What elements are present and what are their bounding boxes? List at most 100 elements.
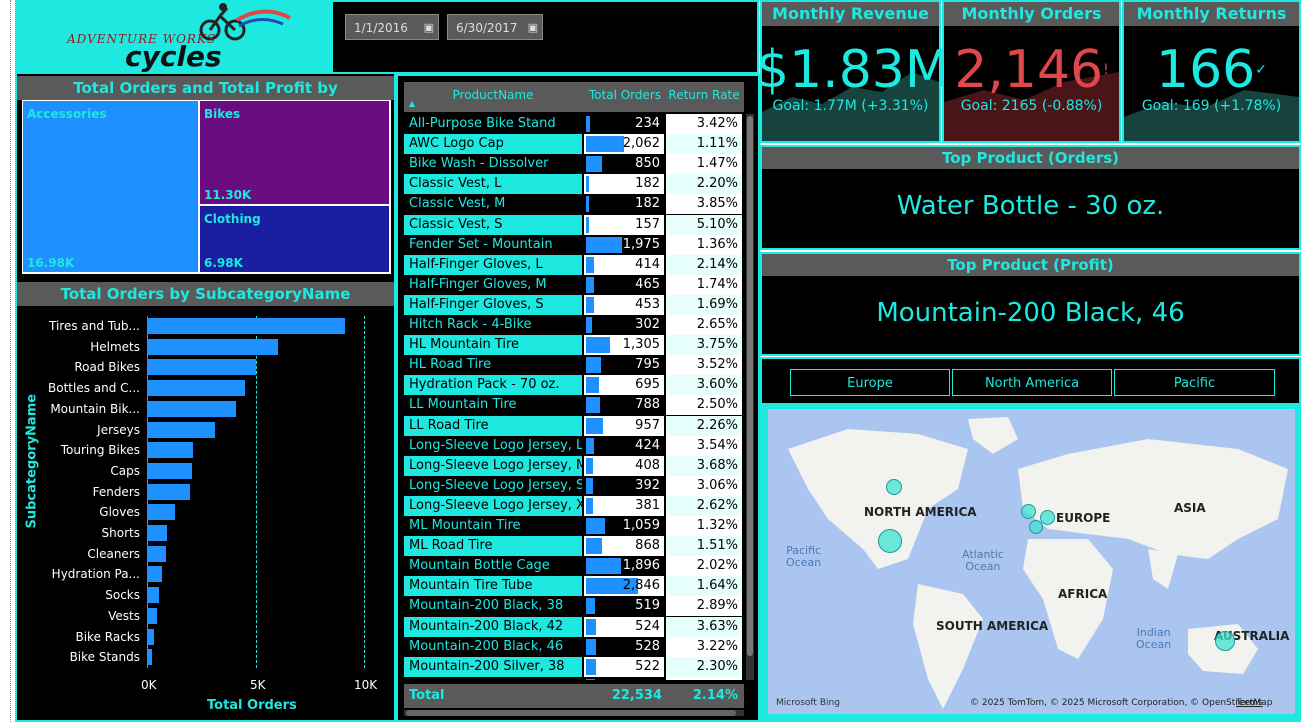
- table-row[interactable]: Fender Set - Mountain 1,975 1.36%: [404, 234, 744, 255]
- map-bubble[interactable]: [878, 529, 902, 553]
- bar[interactable]: [147, 421, 215, 438]
- table-row[interactable]: Half-Finger Gloves, L 414 2.14%: [404, 254, 744, 275]
- orders-value: 302: [635, 317, 660, 332]
- col-header-return-rate[interactable]: Return Rate: [666, 88, 742, 102]
- region-button-europe[interactable]: Europe: [790, 369, 950, 396]
- table-row[interactable]: Hydration Pack - 70 oz. 695 3.60%: [404, 375, 744, 396]
- bar[interactable]: [147, 483, 190, 500]
- table-row[interactable]: Mountain-200 Silver, 38 522 2.30%: [404, 656, 744, 677]
- cell-return-rate: 3.63%: [666, 616, 742, 637]
- calendar-icon[interactable]: ▣: [424, 15, 434, 41]
- bar[interactable]: [147, 504, 176, 521]
- treemap-tile-accessories[interactable]: Accessories 16.98K: [23, 101, 198, 272]
- bar[interactable]: [147, 380, 246, 397]
- treemap-tile-clothing[interactable]: Clothing 6.98K: [200, 206, 389, 272]
- bar[interactable]: [147, 338, 278, 355]
- table-row[interactable]: Classic Vest, M 182 3.85%: [404, 194, 744, 215]
- table-row[interactable]: Long-Sleeve Logo Jersey, XL 381 2.62%: [404, 495, 744, 516]
- start-date-field[interactable]: 1/1/2016 ▣: [345, 14, 439, 40]
- orders-value: 453: [635, 296, 660, 312]
- calendar-icon[interactable]: ▣: [528, 15, 538, 41]
- map-bubble[interactable]: [1021, 504, 1036, 519]
- end-date-value: 6/30/2017: [456, 21, 518, 35]
- map-bubble[interactable]: [886, 479, 902, 495]
- region-button-north-america[interactable]: North America: [952, 369, 1112, 396]
- bar[interactable]: [147, 359, 256, 376]
- map-view[interactable]: NORTH AMERICA EUROPE ASIA AFRICA SOUTH A…: [768, 409, 1295, 714]
- map-bubble[interactable]: [1029, 520, 1043, 534]
- scrollbar-thumb[interactable]: [747, 116, 753, 656]
- horizontal-scrollbar[interactable]: [404, 710, 744, 716]
- cell-return-rate: 3.54%: [666, 435, 742, 456]
- bar[interactable]: [147, 607, 158, 624]
- scrollbar-thumb[interactable]: [406, 710, 736, 716]
- cell-total-orders: 1,896: [584, 556, 664, 577]
- table-row[interactable]: Mountain-200 Silver, 42 483 2.48%: [404, 676, 744, 680]
- bar[interactable]: [147, 649, 152, 666]
- table-row[interactable]: Mountain-200 Black, 38 519 2.89%: [404, 596, 744, 617]
- vertical-scrollbar[interactable]: [746, 114, 754, 680]
- table-row[interactable]: Half-Finger Gloves, S 453 1.69%: [404, 294, 744, 315]
- map-terms-link[interactable]: Terms: [1236, 698, 1263, 708]
- bar[interactable]: [147, 587, 159, 604]
- table-row[interactable]: ML Road Tire 868 1.51%: [404, 536, 744, 557]
- data-bar: [586, 477, 594, 494]
- cell-total-orders: 465: [584, 274, 664, 295]
- bar[interactable]: [147, 525, 167, 541]
- table-row[interactable]: ML Mountain Tire 1,059 1.32%: [404, 516, 744, 536]
- data-bar: [586, 598, 596, 615]
- cell-product-name: Half-Finger Gloves, L: [404, 254, 582, 275]
- bar[interactable]: [147, 442, 193, 459]
- end-date-field[interactable]: 6/30/2017 ▣: [447, 14, 543, 40]
- table-row[interactable]: Classic Vest, S 157 5.10%: [404, 214, 744, 235]
- table-row[interactable]: Mountain Bottle Cage 1,896 2.02%: [404, 556, 744, 577]
- cell-total-orders: 1,059: [584, 516, 664, 536]
- bar[interactable]: [147, 566, 163, 583]
- cell-product-name: Long-Sleeve Logo Jersey, L: [404, 435, 582, 456]
- col-header-total-orders[interactable]: Total Orders: [584, 88, 666, 102]
- table-row[interactable]: AWC Logo Cap 2,062 1.11%: [404, 134, 744, 155]
- date-slicer-panel: 1/1/2016 ▣ 6/30/2017 ▣: [331, 0, 759, 74]
- map-bubble[interactable]: [1215, 631, 1235, 651]
- table-row[interactable]: LL Mountain Tire 788 2.50%: [404, 395, 744, 416]
- treemap-area: Accessories 16.98K Bikes 11.30K Clothing…: [22, 100, 391, 274]
- bar[interactable]: [147, 628, 154, 645]
- table-row[interactable]: Bike Wash - Dissolver 850 1.47%: [404, 154, 744, 175]
- kpi-revenue-card: Monthly Revenue $1.83M✓ Goal: 1.77M (+3.…: [756, 0, 961, 143]
- region-button-pacific[interactable]: Pacific: [1114, 369, 1275, 396]
- table-row[interactable]: Hitch Rack - 4-Bike 302 2.65%: [404, 315, 744, 335]
- col-header-productname[interactable]: ProductName: [404, 88, 582, 102]
- table-row[interactable]: Classic Vest, L 182 2.20%: [404, 174, 744, 195]
- bar[interactable]: [147, 462, 192, 479]
- cell-total-orders: 1,975: [584, 234, 664, 255]
- data-bar: [586, 256, 594, 273]
- table-row[interactable]: Long-Sleeve Logo Jersey, L 424 3.54%: [404, 435, 744, 456]
- table-row[interactable]: Long-Sleeve Logo Jersey, M 408 3.68%: [404, 455, 744, 476]
- map-label-europe: EUROPE: [1056, 511, 1111, 525]
- cell-return-rate: 2.50%: [666, 395, 742, 416]
- table-row[interactable]: Mountain-200 Black, 46 528 3.22%: [404, 636, 744, 657]
- cell-product-name: LL Mountain Tire: [404, 395, 582, 416]
- check-icon: ✓: [1255, 62, 1267, 78]
- table-row[interactable]: LL Road Tire 957 2.26%: [404, 415, 744, 436]
- map-bubble[interactable]: [1040, 510, 1055, 525]
- total-label: Total: [409, 688, 445, 703]
- cell-total-orders: 381: [584, 495, 664, 516]
- table-row[interactable]: Half-Finger Gloves, M 465 1.74%: [404, 274, 744, 295]
- bar[interactable]: [147, 545, 166, 562]
- bar[interactable]: [147, 400, 237, 417]
- treemap-tile-bikes[interactable]: Bikes 11.30K: [200, 101, 389, 204]
- table-row[interactable]: Mountain-200 Black, 42 524 3.63%: [404, 616, 744, 637]
- bar[interactable]: [147, 318, 346, 334]
- table-row[interactable]: HL Mountain Tire 1,305 3.75%: [404, 335, 744, 356]
- table-row[interactable]: Long-Sleeve Logo Jersey, S 392 3.06%: [404, 475, 744, 496]
- orders-value: 868: [635, 538, 660, 554]
- table-row[interactable]: All-Purpose Bike Stand 234 3.42%: [404, 114, 744, 134]
- category-label: Jerseys: [97, 422, 140, 437]
- data-bar: [586, 317, 592, 333]
- table-row[interactable]: HL Road Tire 795 3.52%: [404, 355, 744, 376]
- table-row[interactable]: Mountain Tire Tube 2,846 1.64%: [404, 576, 744, 597]
- logo-line2: cycles: [125, 40, 222, 73]
- table-header-row: ProductName ▲ Total Orders Return Rate: [404, 82, 744, 112]
- map-label-pacific-ocean: Pacific Ocean: [786, 544, 822, 569]
